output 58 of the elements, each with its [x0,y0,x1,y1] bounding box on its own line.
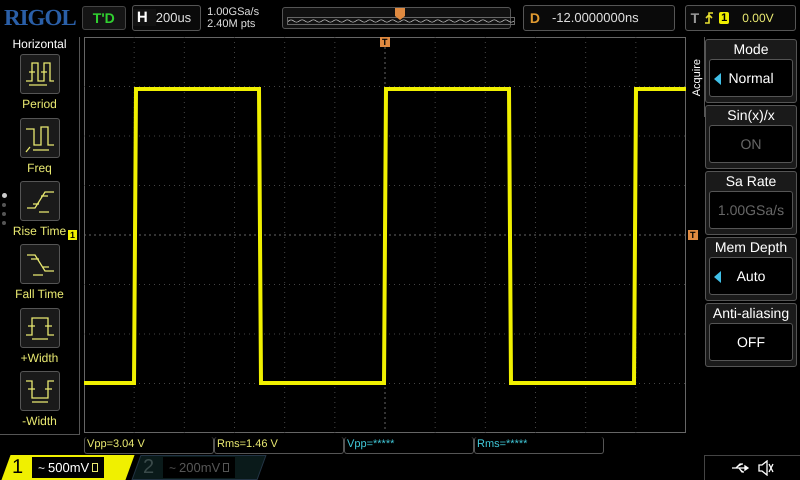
selector-arrow-icon [714,73,721,86]
measure-label: Period [22,97,57,112]
sample-rate: 1.00GSa/s [207,6,260,18]
delay-label: D [528,10,541,26]
trigger-level: 0.00V [742,10,774,25]
timebase-value: 200us [156,10,192,26]
menu-title: Acquire [691,58,703,96]
trigger-level-marker[interactable]: T [688,230,698,240]
channel-scale: 500mV [48,460,90,475]
measure-label: Rise Time [12,224,66,238]
channel-scale: 200mV [179,460,220,475]
waveform-overview-icon [287,16,516,25]
impedance-icon [223,463,230,472]
channel-tab[interactable]: 1 ~ 500mV [1,455,135,480]
usb-icon [730,462,750,474]
measure-label: -Width [22,414,57,428]
measure-button[interactable] [20,54,60,94]
timebase-label: H [132,9,156,26]
menu-value-button[interactable]: Normal [709,59,793,98]
memory-points: 2.40M pts [207,18,256,30]
measure-label: Fall Time [15,287,64,302]
menu-item-label: Sin(x)/x [727,107,775,124]
run-stop-button[interactable]: T'D [82,6,126,30]
timebase-display[interactable]: H 200us [132,4,202,31]
measure-button[interactable] [20,118,60,158]
menu-item-label: Mode [733,41,769,58]
speaker-muted-icon [756,460,774,476]
measure-button[interactable] [20,370,60,411]
impedance-icon [92,463,98,472]
measure-label: +Width [20,350,58,365]
menu-item-label: Mem Depth [714,239,788,256]
menu-item-label: Sa Rate [726,173,776,190]
measure-button[interactable] [20,308,60,348]
channel-offset-marker[interactable]: 1 [68,230,78,240]
measurement-readout: Vpp=3.04 V [84,437,214,454]
channel-number: 1 [12,456,24,479]
delay-display[interactable]: D -12.0000000ns [522,4,675,31]
menu-value-button[interactable]: Auto [709,257,793,296]
measurement-readout: Rms=***** [474,437,604,454]
rising-edge-icon [704,10,714,25]
trigger-display[interactable]: T 1 0.00V [684,4,796,31]
trigger-position-marker: T [380,37,390,48]
trigger-label: T [690,10,700,26]
measure-label: Freq [27,160,52,175]
selector-arrow-icon [714,271,721,284]
measure-button[interactable] [20,244,60,284]
coupling-symbol: ~ [38,460,46,474]
menu-item-label: Anti-aliasing [712,305,790,322]
measurement-readout: Vpp=***** [344,437,474,454]
menu-title: Horizontal [12,37,67,52]
trigger-source-badge: 1 [719,12,730,24]
trigger-position-icon [395,8,406,20]
measurement-readout: Rms=1.46 V [214,437,344,454]
menu-value-button[interactable]: OFF [709,323,793,362]
brand-logo: RIGOL [4,4,76,31]
delay-value: -12.0000000ns [552,10,639,26]
measure-button[interactable] [20,180,60,221]
coupling-symbol: ~ [169,460,176,474]
